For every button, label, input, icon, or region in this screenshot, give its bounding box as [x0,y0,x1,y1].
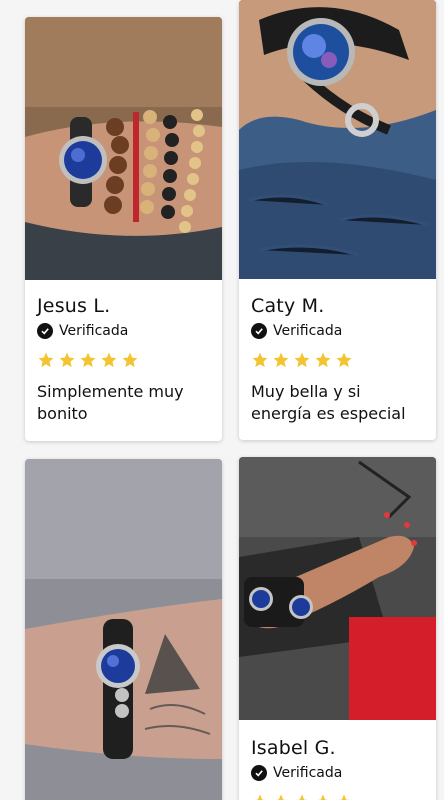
check-circle-icon [251,765,267,781]
review-photo[interactable] [239,457,436,720]
review-card[interactable]: Caty M. Verificada Muy bella y si energí… [239,0,436,440]
star-icon [37,351,55,369]
reviewer-name: Jesus L. [37,295,111,317]
star-icon [335,351,353,369]
reviewer-name: Isabel G. [251,737,336,759]
star-rating [251,793,426,800]
star-icon [272,351,290,369]
verified-badge: Verificada [251,765,426,781]
review-card[interactable]: Jesus L. Verificada Simplemente muy boni… [25,17,222,441]
reviewer-name: Caty M. [251,295,325,317]
check-circle-icon [37,323,53,339]
review-card[interactable] [25,459,222,800]
verified-label: Verificada [59,323,129,339]
verified-label: Verificada [273,765,343,781]
star-rating [37,351,212,369]
star-icon [251,351,269,369]
star-icon [121,351,139,369]
check-circle-icon [251,323,267,339]
star-icon [272,793,290,800]
star-icon [58,351,76,369]
review-photo[interactable] [239,0,436,279]
review-card[interactable]: Isabel G. Verificada [239,457,436,800]
star-icon [314,351,332,369]
verified-badge: Verificada [251,323,426,339]
star-icon [79,351,97,369]
verified-label: Verificada [273,323,343,339]
star-icon [293,793,311,800]
review-text: Muy bella y si energía es especial [251,382,406,423]
star-icon [314,793,332,800]
review-photo[interactable] [25,459,222,800]
review-text: Simplemente muy bonito [37,382,184,423]
star-rating [251,351,426,369]
review-photo[interactable] [25,17,222,280]
verified-badge: Verificada [37,323,212,339]
review-grid: Jesus L. Verificada Simplemente muy boni… [0,0,444,800]
star-icon [335,793,353,800]
star-icon [100,351,118,369]
star-icon [251,793,269,800]
star-icon [293,351,311,369]
